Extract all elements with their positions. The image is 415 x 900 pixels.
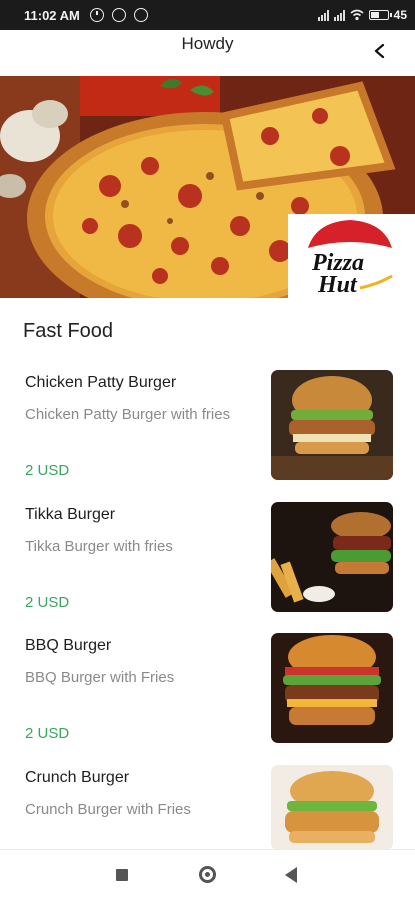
app-bar: Howdy bbox=[0, 30, 415, 76]
list-item[interactable]: BBQ Burger BBQ Burger with Fries 2 USD bbox=[0, 633, 415, 749]
signal-icon bbox=[317, 9, 329, 21]
item-name: Chicken Patty Burger bbox=[25, 374, 177, 391]
nav-back-icon[interactable] bbox=[285, 867, 297, 883]
item-name: Crunch Burger bbox=[25, 769, 130, 786]
pizza-hut-logo: Pizza Hut bbox=[288, 214, 415, 298]
item-description: Chicken Patty Burger with fries bbox=[25, 406, 231, 423]
svg-text:Hut: Hut bbox=[317, 272, 358, 298]
item-image bbox=[271, 502, 393, 612]
item-description: Crunch Burger with Fries bbox=[25, 801, 191, 818]
page-title: Howdy bbox=[181, 34, 234, 53]
list-item[interactable]: Tikka Burger Tikka Burger with fries 2 U… bbox=[0, 502, 415, 618]
item-image bbox=[271, 370, 393, 480]
battery-percent: 45 bbox=[393, 8, 407, 22]
battery-icon bbox=[368, 10, 392, 20]
item-description: Tikka Burger with fries bbox=[25, 538, 173, 555]
nav-home-icon[interactable] bbox=[199, 866, 216, 883]
status-bar: 11:02 AM 45 bbox=[0, 0, 415, 30]
system-nav-bar bbox=[0, 849, 415, 900]
signal-icon bbox=[333, 9, 345, 21]
back-chevron-icon[interactable] bbox=[371, 42, 389, 60]
status-time: 11:02 AM bbox=[24, 8, 80, 23]
sync-icon bbox=[112, 8, 126, 22]
item-description: BBQ Burger with Fries bbox=[25, 669, 175, 686]
item-name: BBQ Burger bbox=[25, 637, 112, 654]
item-image bbox=[271, 765, 393, 850]
section-title: Fast Food bbox=[23, 320, 114, 342]
item-price: 2 USD bbox=[25, 594, 70, 611]
list-item[interactable]: Chicken Patty Burger Chicken Patty Burge… bbox=[0, 370, 415, 486]
nav-recents-icon[interactable] bbox=[116, 869, 128, 881]
status-system-icons: 45 bbox=[317, 8, 407, 22]
sync-icon bbox=[134, 8, 148, 22]
status-notification-icons bbox=[90, 8, 148, 22]
item-price: 2 USD bbox=[25, 462, 70, 479]
item-image bbox=[271, 633, 393, 743]
alarm-icon bbox=[90, 8, 104, 22]
wifi-icon bbox=[350, 9, 364, 21]
item-price: 2 USD bbox=[25, 725, 70, 742]
item-name: Tikka Burger bbox=[25, 506, 116, 523]
